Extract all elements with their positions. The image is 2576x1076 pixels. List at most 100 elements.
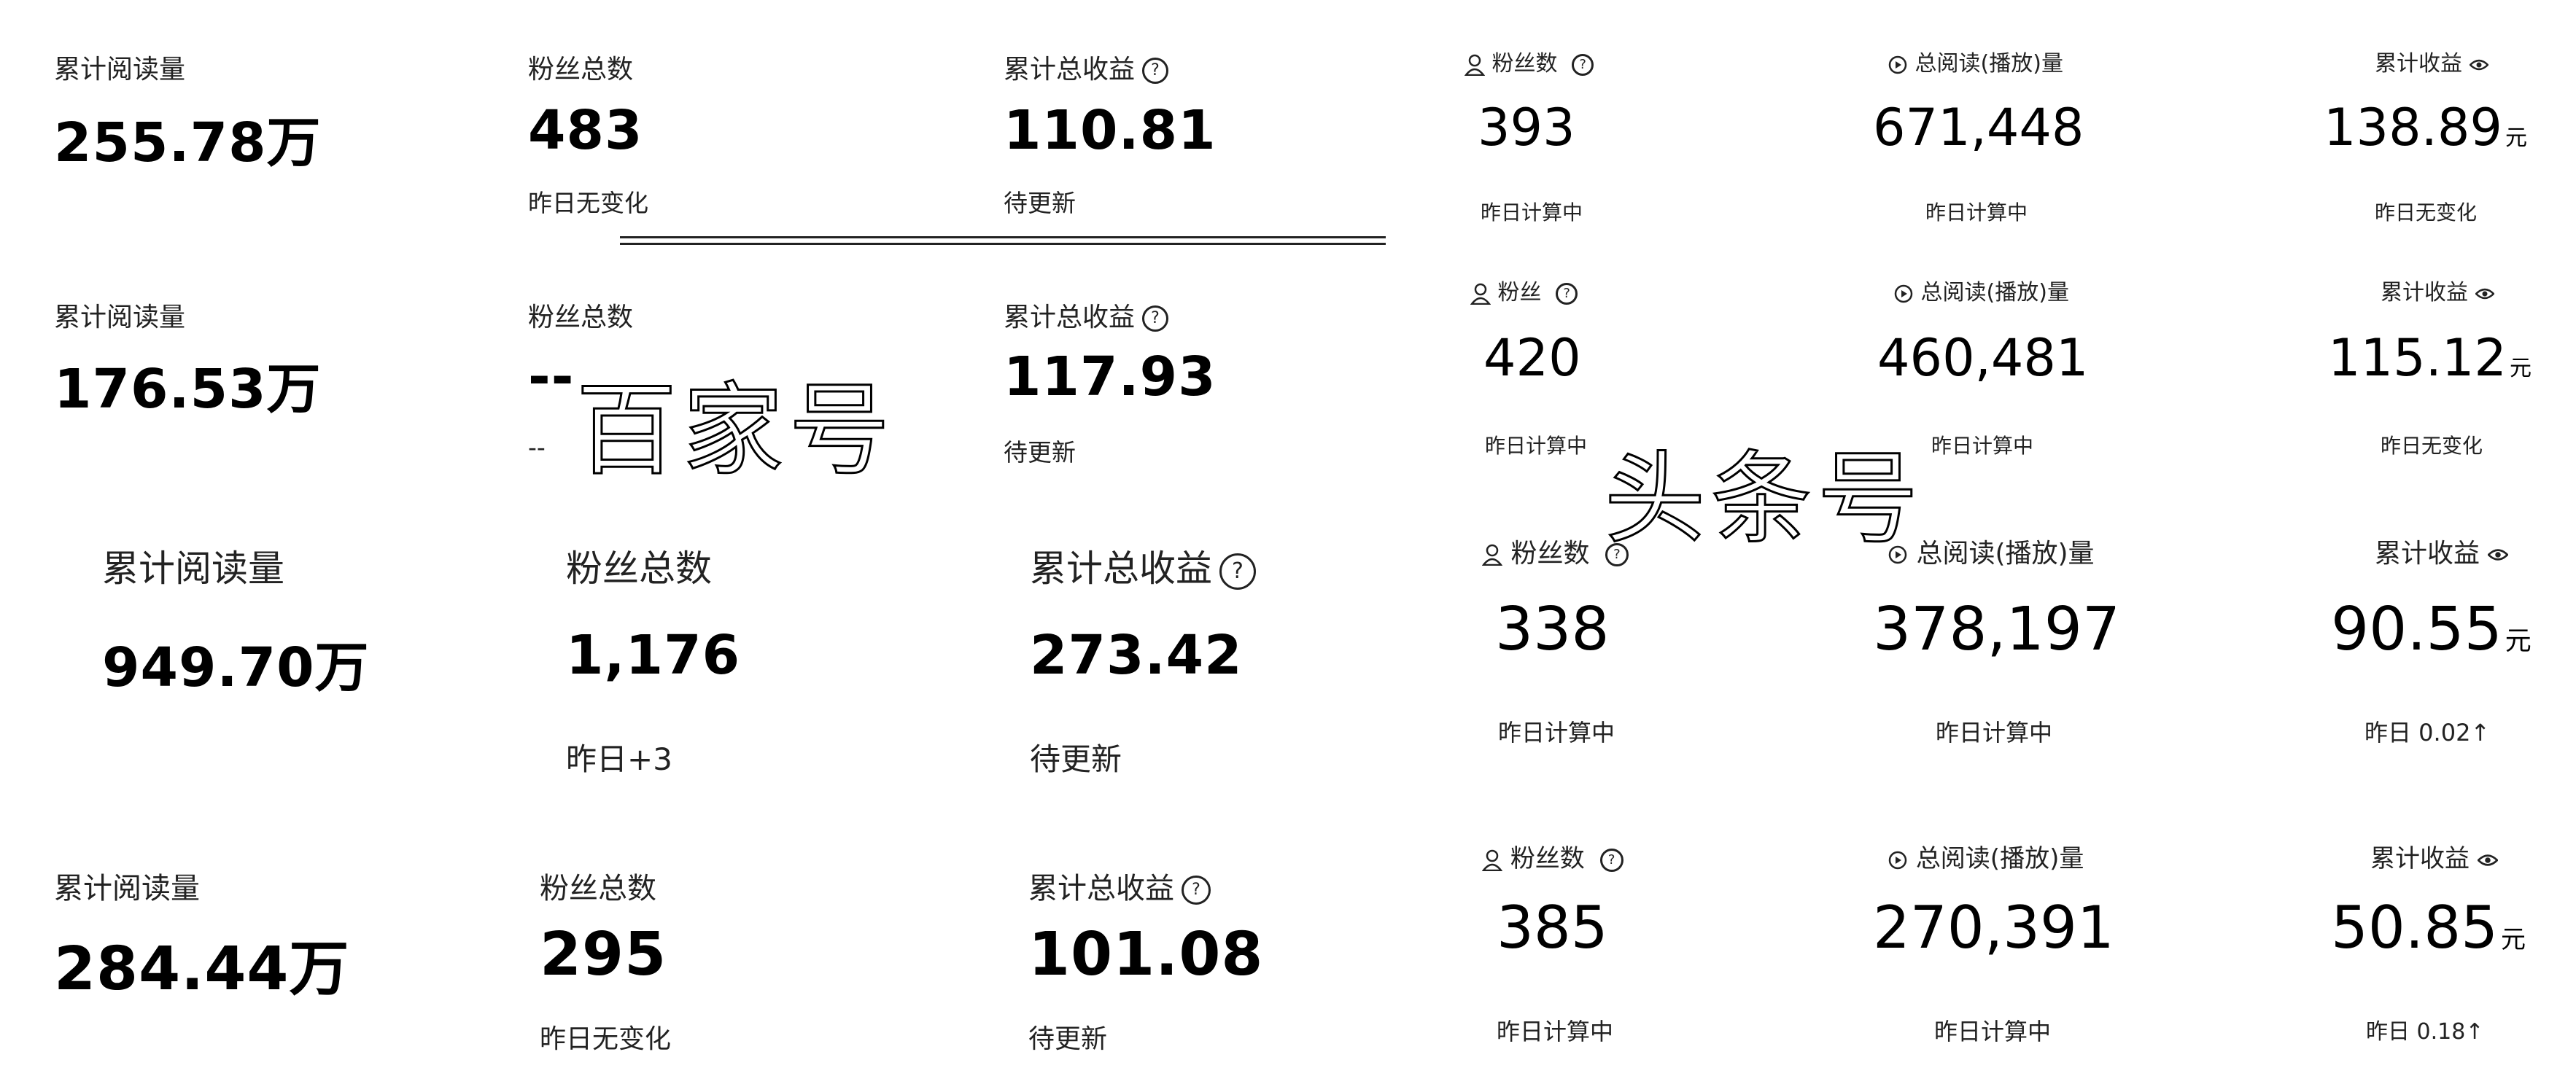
play-circle-icon xyxy=(1888,55,1907,74)
fans-value: 385 xyxy=(1497,894,1608,962)
income-sub: 待更新 xyxy=(1028,1024,1108,1054)
fans-label-row: 粉丝数 ? xyxy=(1464,45,1594,77)
question-circle-icon[interactable]: ? xyxy=(1605,543,1629,566)
fans-label-row: 粉丝数 ? xyxy=(1482,532,1629,570)
fans-label-row: 粉丝 ? xyxy=(1470,274,1578,306)
fans-label: 粉丝数 xyxy=(1510,844,1585,873)
read-value: 378,197 xyxy=(1873,595,2121,664)
fans-value: 338 xyxy=(1495,595,1610,664)
income-unit: 元 xyxy=(2509,356,2532,381)
income-value: 50.85 xyxy=(2331,894,2499,962)
income-value: 115.12 xyxy=(2328,328,2507,388)
question-circle-icon[interactable]: ? xyxy=(1219,553,1256,590)
read-label-row: 总阅读(播放)量 xyxy=(1888,838,2084,874)
read-value: 949.70万 xyxy=(102,636,370,699)
read-label: 累计阅读量 xyxy=(102,547,284,590)
income-value: 101.08 xyxy=(1028,920,1264,989)
income-value-row: 115.12 元 xyxy=(2328,328,2532,388)
read-label-row: 总阅读(播放)量 xyxy=(1888,45,2063,77)
read-label: 累计阅读量 xyxy=(54,55,186,85)
read-label: 累计阅读量 xyxy=(54,303,186,332)
income-unit: 元 xyxy=(2501,925,2526,954)
fans-label: 粉丝总数 xyxy=(528,55,634,85)
question-circle-icon[interactable]: ? xyxy=(1572,53,1594,76)
read-sub: 昨日计算中 xyxy=(1936,719,2053,746)
income-label-row: 累计收益 xyxy=(2375,45,2488,77)
income-label: 累计收益 xyxy=(2375,51,2462,77)
watermark-baijiahao: 百家号 xyxy=(575,371,896,491)
fans-sub: -- xyxy=(528,433,546,461)
question-circle-icon[interactable]: ? xyxy=(1182,876,1211,905)
play-circle-icon xyxy=(1894,284,1913,303)
fans-value: 483 xyxy=(528,99,643,162)
fans-label: 粉丝 xyxy=(1497,280,1542,305)
income-value-row: 90.55 元 xyxy=(2331,595,2532,664)
fans-label-row: 粉丝数 ? xyxy=(1482,838,1623,874)
watermark-toutiao: 头条号 xyxy=(1603,440,1925,559)
income-sub: 昨日无变化 xyxy=(2375,200,2478,225)
fans-label: 粉丝总数 xyxy=(566,547,712,590)
read-value: 255.78万 xyxy=(54,112,322,174)
fans-sub: 昨日无变化 xyxy=(540,1024,672,1054)
income-label-row: 累计收益 xyxy=(2370,838,2498,874)
fans-value: 420 xyxy=(1483,328,1581,388)
income-label: 累计收益 xyxy=(2375,539,2480,569)
fans-sub: 昨日计算中 xyxy=(1481,200,1583,225)
read-label-row: 总阅读(播放)量 xyxy=(1888,532,2095,570)
income-value: 117.93 xyxy=(1004,346,1217,408)
fans-value: -- xyxy=(528,346,575,408)
read-value: 460,481 xyxy=(1877,328,2089,388)
income-value-row: 50.85 元 xyxy=(2331,894,2526,962)
income-sub: 待更新 xyxy=(1004,189,1076,217)
fans-sub: 昨日计算中 xyxy=(1485,434,1588,458)
income-label: 累计收益 xyxy=(2381,280,2468,305)
fans-label: 粉丝总数 xyxy=(528,303,634,332)
read-value: 270,391 xyxy=(1873,894,2114,962)
person-icon xyxy=(1482,544,1502,566)
read-label: 总阅读(播放)量 xyxy=(1920,280,2069,305)
income-label: 累计总收益 xyxy=(1028,872,1174,905)
fans-value: 295 xyxy=(540,920,667,989)
income-unit: 元 xyxy=(2505,125,2527,151)
income-label: 累计总收益 xyxy=(1030,547,1212,590)
income-value: 90.55 xyxy=(2331,595,2502,664)
person-icon xyxy=(1470,283,1491,305)
eye-icon[interactable] xyxy=(2488,547,2509,562)
question-circle-icon[interactable]: ? xyxy=(1556,282,1578,305)
question-circle-icon[interactable]: ? xyxy=(1599,848,1623,872)
income-label-row: 累计总收益? xyxy=(1030,539,1256,592)
read-label: 总阅读(播放)量 xyxy=(1916,539,2095,569)
read-value: 176.53万 xyxy=(54,358,322,421)
screenshot-divider xyxy=(620,236,1386,245)
play-circle-icon xyxy=(1888,545,1907,564)
fans-label: 粉丝数 xyxy=(1491,51,1558,77)
read-sub: 昨日计算中 xyxy=(1934,1018,2052,1045)
question-circle-icon[interactable]: ? xyxy=(1142,305,1169,332)
fans-sub: 昨日无变化 xyxy=(528,189,648,217)
eye-icon[interactable] xyxy=(2469,58,2488,71)
income-label-row: 累计总收益? xyxy=(1004,48,1169,86)
income-value: 273.42 xyxy=(1030,624,1243,687)
fans-sub: 昨日+3 xyxy=(566,741,672,777)
income-label: 累计总收益 xyxy=(1004,303,1136,332)
income-sub: 待更新 xyxy=(1030,741,1122,777)
fans-label: 粉丝数 xyxy=(1510,539,1590,569)
income-value: 138.89 xyxy=(2324,98,2502,157)
person-icon xyxy=(1482,849,1502,871)
person-icon xyxy=(1464,54,1485,76)
play-circle-icon xyxy=(1888,851,1907,869)
read-value: 671,448 xyxy=(1873,98,2084,157)
fans-label: 粉丝总数 xyxy=(540,872,656,905)
eye-icon[interactable] xyxy=(2477,853,2498,868)
income-label: 累计总收益 xyxy=(1004,55,1136,85)
question-circle-icon[interactable]: ? xyxy=(1142,58,1169,84)
income-label-row: 累计收益 xyxy=(2375,532,2509,570)
income-label-row: 累计收益 xyxy=(2381,274,2494,306)
read-value: 284.44万 xyxy=(54,935,350,1004)
income-label-row: 累计总收益? xyxy=(1028,865,1211,907)
eye-icon[interactable] xyxy=(2475,287,2494,300)
read-label-row: 总阅读(播放)量 xyxy=(1893,274,2069,306)
fans-value: 393 xyxy=(1478,98,1575,157)
income-sub: 昨日 0.02↑ xyxy=(2364,719,2491,746)
read-sub: 昨日计算中 xyxy=(1931,434,2034,458)
